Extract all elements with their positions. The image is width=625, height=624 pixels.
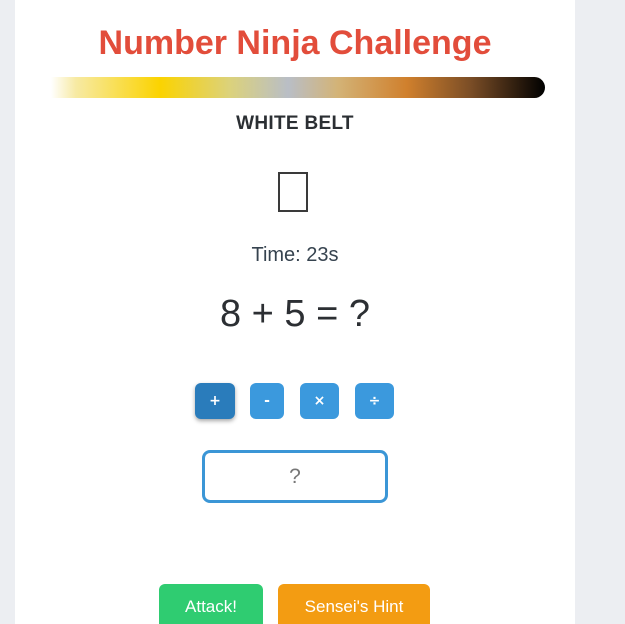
answer-input[interactable] bbox=[202, 450, 388, 503]
belt-level-label: WHITE BELT bbox=[236, 113, 354, 134]
math-problem: 8 + 5 = ? bbox=[219, 293, 370, 335]
game-title: Number Ninja Challenge bbox=[98, 24, 492, 62]
operator-multiply-button[interactable]: × bbox=[300, 383, 339, 419]
belt-progress-bar bbox=[51, 77, 545, 98]
sensei-hint-button[interactable]: Sensei's Hint bbox=[278, 584, 430, 624]
belt-icon bbox=[278, 172, 308, 212]
operator-divide-button[interactable]: ÷ bbox=[355, 383, 394, 419]
attack-button[interactable]: Attack! bbox=[159, 584, 263, 624]
timer-display: Time: 23s bbox=[251, 244, 339, 266]
operator-add-button[interactable]: + bbox=[195, 383, 235, 419]
operator-subtract-button[interactable]: - bbox=[250, 383, 284, 419]
game-card: Number Ninja Challenge WHITE BELT Time: … bbox=[15, 0, 575, 624]
